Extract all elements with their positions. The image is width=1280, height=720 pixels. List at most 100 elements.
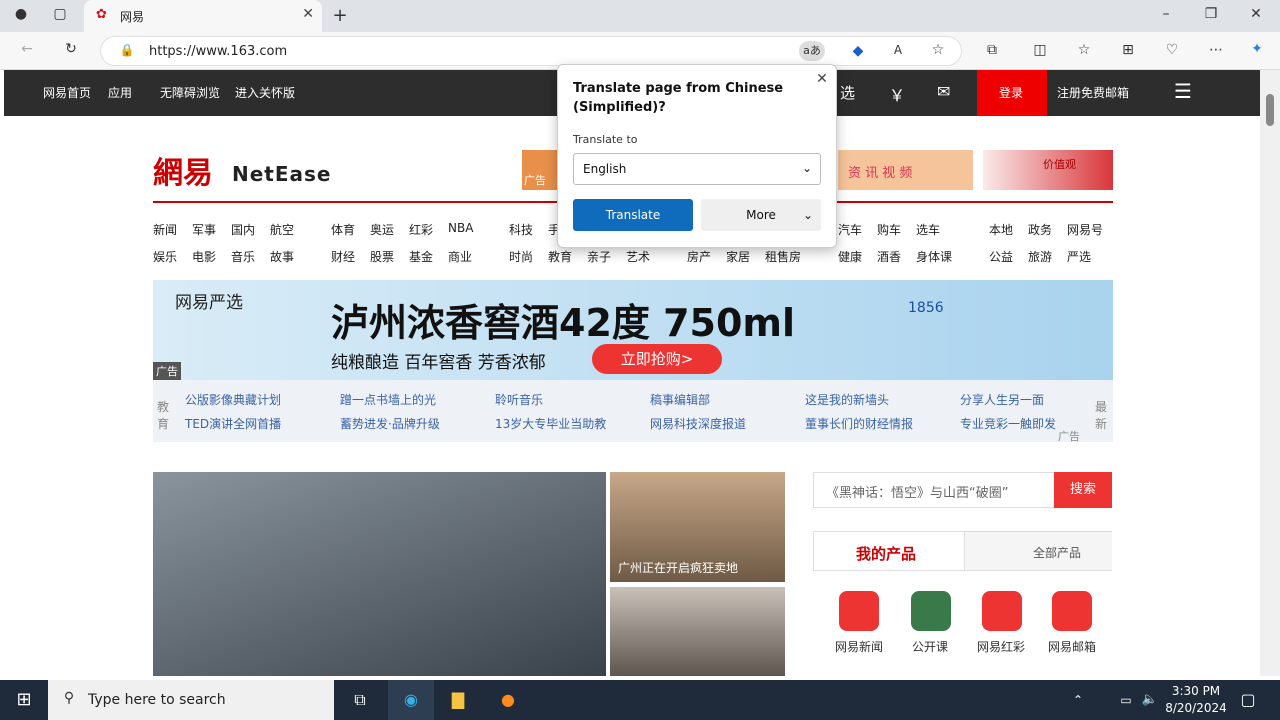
new-tab-icon[interactable]: + xyxy=(330,5,350,26)
promo-link[interactable]: 稿事编辑部 xyxy=(650,391,710,408)
category-link[interactable]: 家居 xyxy=(726,248,750,265)
minimize-icon[interactable]: – xyxy=(1156,6,1176,22)
tab-my-products[interactable]: 我的产品 xyxy=(856,543,916,564)
promo-link[interactable]: 公版影像典藏计划 xyxy=(185,391,281,408)
category-link[interactable]: 本地 xyxy=(989,221,1013,238)
category-link[interactable]: NBA xyxy=(448,221,473,235)
collections-icon[interactable]: ⊞ xyxy=(1118,42,1138,58)
edge-icon[interactable]: ◉ xyxy=(388,680,434,720)
headline-image-car[interactable] xyxy=(153,472,606,676)
promo-link[interactable]: 蹭一点书墙上的光 xyxy=(340,391,436,408)
ad-banner-values[interactable]: 价值观 xyxy=(983,150,1113,190)
ad-banner-video[interactable]: 资 讯 视 频 xyxy=(838,150,973,190)
category-link[interactable]: 时尚 xyxy=(509,248,533,265)
tab-actions-icon[interactable]: ▢ xyxy=(50,6,70,22)
tab-close-icon[interactable]: ✕ xyxy=(302,6,314,22)
read-aloud-icon[interactable]: A xyxy=(889,43,907,57)
netease-mail-icon[interactable] xyxy=(1052,591,1092,631)
lottery-icon[interactable] xyxy=(982,591,1022,631)
category-link[interactable]: 网易号 xyxy=(1067,221,1103,238)
product-news[interactable]: 网易新闻 xyxy=(835,638,883,655)
category-link[interactable]: 基金 xyxy=(409,248,433,265)
category-link[interactable]: 选车 xyxy=(916,221,940,238)
register-mail-link[interactable]: 注册免费邮箱 xyxy=(1057,84,1129,101)
translate-button[interactable]: Translate xyxy=(573,199,693,231)
netease-logo[interactable]: 網易 xyxy=(153,148,213,192)
nav-select[interactable]: 选 xyxy=(840,82,855,103)
refresh-icon[interactable]: ↻ xyxy=(60,41,82,57)
category-link[interactable]: 国内 xyxy=(231,221,255,238)
browser-essentials-icon[interactable]: ♡ xyxy=(1162,42,1182,58)
nav-home[interactable]: 网易首页 xyxy=(43,84,91,101)
shield-icon[interactable]: ◆ xyxy=(849,43,867,59)
buy-now-button[interactable]: 立即抢购> xyxy=(592,344,722,374)
category-link[interactable]: 严选 xyxy=(1067,248,1091,265)
page-scrollbar[interactable] xyxy=(1260,70,1280,676)
menu-icon[interactable]: ☰ xyxy=(1174,79,1192,103)
firefox-icon[interactable]: ● xyxy=(496,688,520,712)
category-link[interactable]: 酒香 xyxy=(877,248,901,265)
news-image-land[interactable]: 广州正在开启疯狂卖地 xyxy=(610,472,785,582)
category-link[interactable]: 公益 xyxy=(989,248,1013,265)
category-link[interactable]: 故事 xyxy=(270,248,294,265)
promo-link[interactable]: 分享人生另一面 xyxy=(960,391,1044,408)
netease-logo-en[interactable]: NetEase xyxy=(232,162,332,186)
netease-news-icon[interactable] xyxy=(839,591,879,631)
category-link[interactable]: 身体课 xyxy=(916,248,952,265)
category-link[interactable]: 新闻 xyxy=(153,221,177,238)
address-bar[interactable]: 🔒 https://www.163.com aあ ◆ A ☆ xyxy=(100,36,962,66)
promo-link[interactable]: 网易科技深度报道 xyxy=(650,415,746,432)
network-icon[interactable]: ▭ xyxy=(1114,688,1138,712)
currency-icon[interactable]: ￥ xyxy=(889,82,905,106)
file-explorer-icon[interactable]: ▇ xyxy=(446,688,470,712)
search-button[interactable]: 搜索 xyxy=(1054,472,1112,508)
category-link[interactable]: 政务 xyxy=(1028,221,1052,238)
extensions-icon[interactable]: ⧉ xyxy=(982,42,1002,58)
ad-banner-liquor[interactable]: 网易严选 泸州浓香窖酒42度 750ml 纯粮酿造 百年窖香 芳香浓郁 立即抢购… xyxy=(153,280,1113,380)
category-link[interactable]: 汽车 xyxy=(838,221,862,238)
product-mail[interactable]: 网易邮箱 xyxy=(1048,638,1096,655)
product-course[interactable]: 公开课 xyxy=(912,638,948,655)
category-link[interactable]: 电影 xyxy=(192,248,216,265)
category-link[interactable]: 房产 xyxy=(687,248,711,265)
category-link[interactable]: 健康 xyxy=(838,248,862,265)
search-input[interactable]: 《黑神话：悟空》与山西“破圈” xyxy=(813,472,1055,508)
favorite-star-icon[interactable]: ☆ xyxy=(929,42,947,58)
translate-icon[interactable]: aあ xyxy=(799,41,825,61)
category-link[interactable]: 体育 xyxy=(331,221,355,238)
maximize-icon[interactable]: ❐ xyxy=(1201,6,1221,22)
volume-icon[interactable]: 🔈 xyxy=(1138,688,1162,712)
taskbar-search[interactable]: ⚲ Type here to search xyxy=(48,680,334,720)
category-link[interactable]: 音乐 xyxy=(231,248,255,265)
login-button[interactable]: 登录 xyxy=(977,70,1047,116)
news-image-suv[interactable] xyxy=(610,587,785,676)
category-link[interactable]: 军事 xyxy=(192,221,216,238)
mail-icon[interactable]: ✉ xyxy=(937,82,950,101)
more-button[interactable]: More ⌄ xyxy=(701,199,821,231)
category-link[interactable]: 航空 xyxy=(270,221,294,238)
promo-link[interactable]: 董事长们的财经情报 xyxy=(805,415,913,432)
promo-link[interactable]: 13岁大专毕业当助教 xyxy=(495,415,606,432)
ad-banner-left[interactable]: 广告 xyxy=(522,150,558,190)
more-options-icon[interactable]: ⋯ xyxy=(1206,42,1226,58)
category-link[interactable]: 旅游 xyxy=(1028,248,1052,265)
promo-link[interactable]: TED演讲全网首播 xyxy=(185,415,281,432)
category-link[interactable]: 亲子 xyxy=(587,248,611,265)
split-screen-icon[interactable]: ◫ xyxy=(1030,42,1050,58)
category-link[interactable]: 股票 xyxy=(370,248,394,265)
notifications-icon[interactable]: ▢ xyxy=(1236,688,1260,712)
promo-link[interactable]: 专业竞彩一触即发 xyxy=(960,415,1056,432)
tab-all-products[interactable]: 全部产品 xyxy=(964,532,1112,570)
scrollbar-thumb[interactable] xyxy=(1266,94,1274,126)
favorites-icon[interactable]: ☆ xyxy=(1074,42,1094,58)
category-link[interactable]: 财经 xyxy=(331,248,355,265)
category-link[interactable]: 租售房 xyxy=(765,248,801,265)
tray-chevron-icon[interactable]: ⌃ xyxy=(1066,688,1090,712)
nav-accessible[interactable]: 无障碍浏览 xyxy=(160,84,220,101)
category-link[interactable]: 娱乐 xyxy=(153,248,177,265)
product-lottery[interactable]: 网易红彩 xyxy=(977,638,1025,655)
nav-care[interactable]: 进入关怀版 xyxy=(235,84,295,101)
category-link[interactable]: 教育 xyxy=(548,248,572,265)
back-icon[interactable]: ← xyxy=(16,41,38,57)
task-view-icon[interactable]: ⧉ xyxy=(348,688,372,712)
